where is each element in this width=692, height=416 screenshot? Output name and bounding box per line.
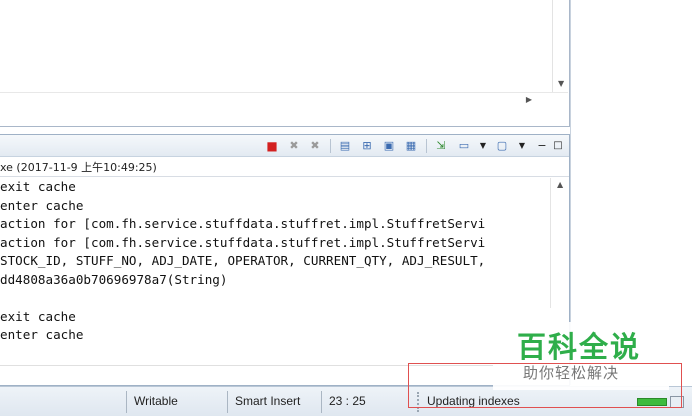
scroll-down-icon[interactable]: ▼ <box>558 79 564 88</box>
console-line: exit cache <box>0 179 76 194</box>
word-wrap-icon[interactable]: ▣ <box>382 139 396 153</box>
dropdown-icon[interactable]: ▼ <box>476 139 490 153</box>
editor-horizontal-scrollbar[interactable]: ▶ <box>0 92 568 110</box>
console-line: action for [com.fh.service.stuffdata.stu… <box>0 234 486 250</box>
open-console-icon[interactable]: ▢ <box>495 139 509 153</box>
dropdown-icon[interactable]: ▼ <box>515 139 529 153</box>
console-line: action for [com.fh.service.stuffdata.stu… <box>0 216 486 231</box>
console-vertical-scrollbar[interactable]: ▲ <box>550 178 569 308</box>
status-divider <box>321 391 322 413</box>
minimize-icon[interactable]: − <box>535 139 549 153</box>
console-line: dd4808a36a0b70696978a7(String) <box>0 271 228 287</box>
remove-all-terminated-icon[interactable]: ✖ <box>308 139 322 153</box>
writable-status: Writable <box>134 394 178 408</box>
console-view: ■ ✖ ✖ ▤ ⊞ ▣ ▦ ⇲ ▭ ▼ ▢ ▼ − □ xe (2017-11-… <box>0 134 570 386</box>
console-line: exit cache <box>0 308 76 324</box>
highlight-box <box>408 363 682 408</box>
console-line: enter cache <box>0 327 84 342</box>
remove-launch-icon[interactable]: ✖ <box>287 139 301 153</box>
scroll-right-icon[interactable]: ▶ <box>526 95 532 104</box>
toolbar-separator <box>330 139 331 153</box>
maximize-icon[interactable]: □ <box>551 139 565 153</box>
scroll-up-icon[interactable]: ▲ <box>557 180 563 189</box>
console-output[interactable]: exit cache enter cache action for [com.f… <box>0 178 549 364</box>
editor-vertical-scrollbar[interactable]: ▼ <box>552 0 569 92</box>
pin-console-icon[interactable]: ⇲ <box>434 139 448 153</box>
console-process-label: xe (2017-11-9 上午10:49:25) <box>0 158 569 177</box>
watermark-title: 百科全说 <box>517 330 642 364</box>
cursor-position: 23 : 25 <box>329 394 366 408</box>
terminate-icon[interactable]: ■ <box>265 139 279 153</box>
console-line: STOCK_ID, STUFF_NO, ADJ_DATE, OPERATOR, … <box>0 253 486 268</box>
insert-mode-status[interactable]: Smart Insert <box>229 387 300 416</box>
status-divider <box>126 391 127 413</box>
console-toolbar: ■ ✖ ✖ ▤ ⊞ ▣ ▦ ⇲ ▭ ▼ ▢ ▼ − □ <box>0 135 569 157</box>
toolbar-separator <box>426 139 427 153</box>
status-divider <box>227 391 228 413</box>
console-line: enter cache <box>0 197 84 213</box>
scroll-lock-icon[interactable]: ⊞ <box>360 139 374 153</box>
show-when-output-icon[interactable]: ▦ <box>404 139 418 153</box>
editor-area[interactable]: ▼ ▶ <box>0 0 570 127</box>
display-console-icon[interactable]: ▭ <box>457 139 471 153</box>
clear-console-icon[interactable]: ▤ <box>338 139 352 153</box>
